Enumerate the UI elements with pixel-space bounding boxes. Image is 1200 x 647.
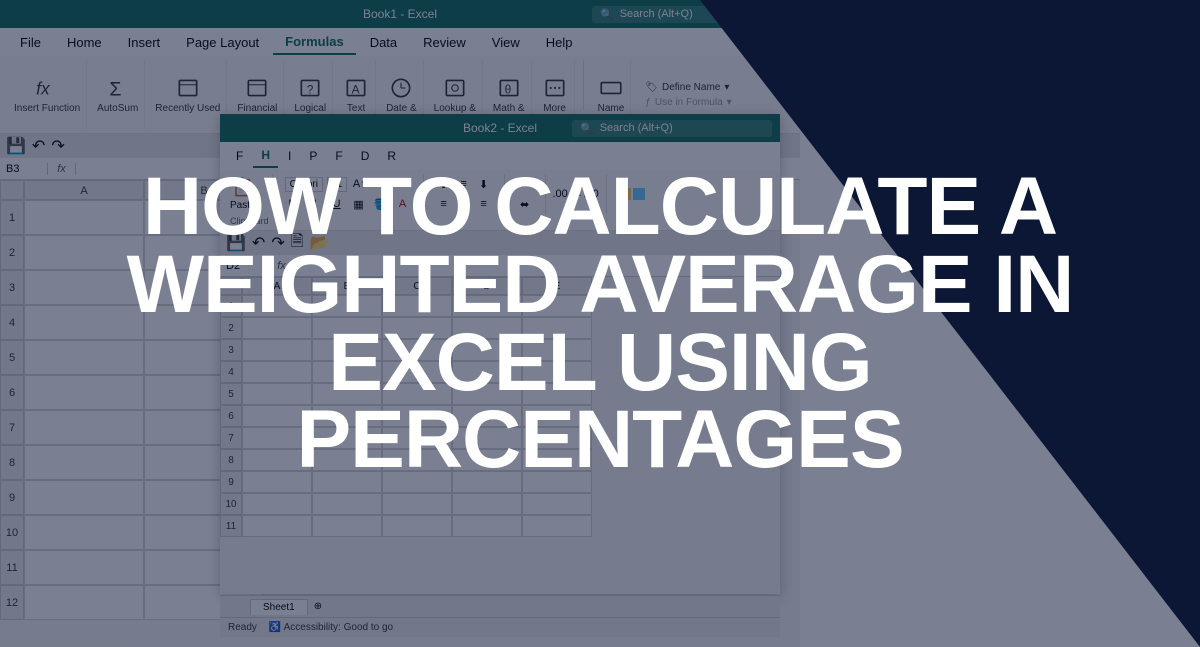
headline-container: HOW TO CALCULATE A WEIGHTED AVERAGE IN E… bbox=[0, 0, 1200, 647]
headline-text: HOW TO CALCULATE A WEIGHTED AVERAGE IN E… bbox=[30, 168, 1170, 480]
